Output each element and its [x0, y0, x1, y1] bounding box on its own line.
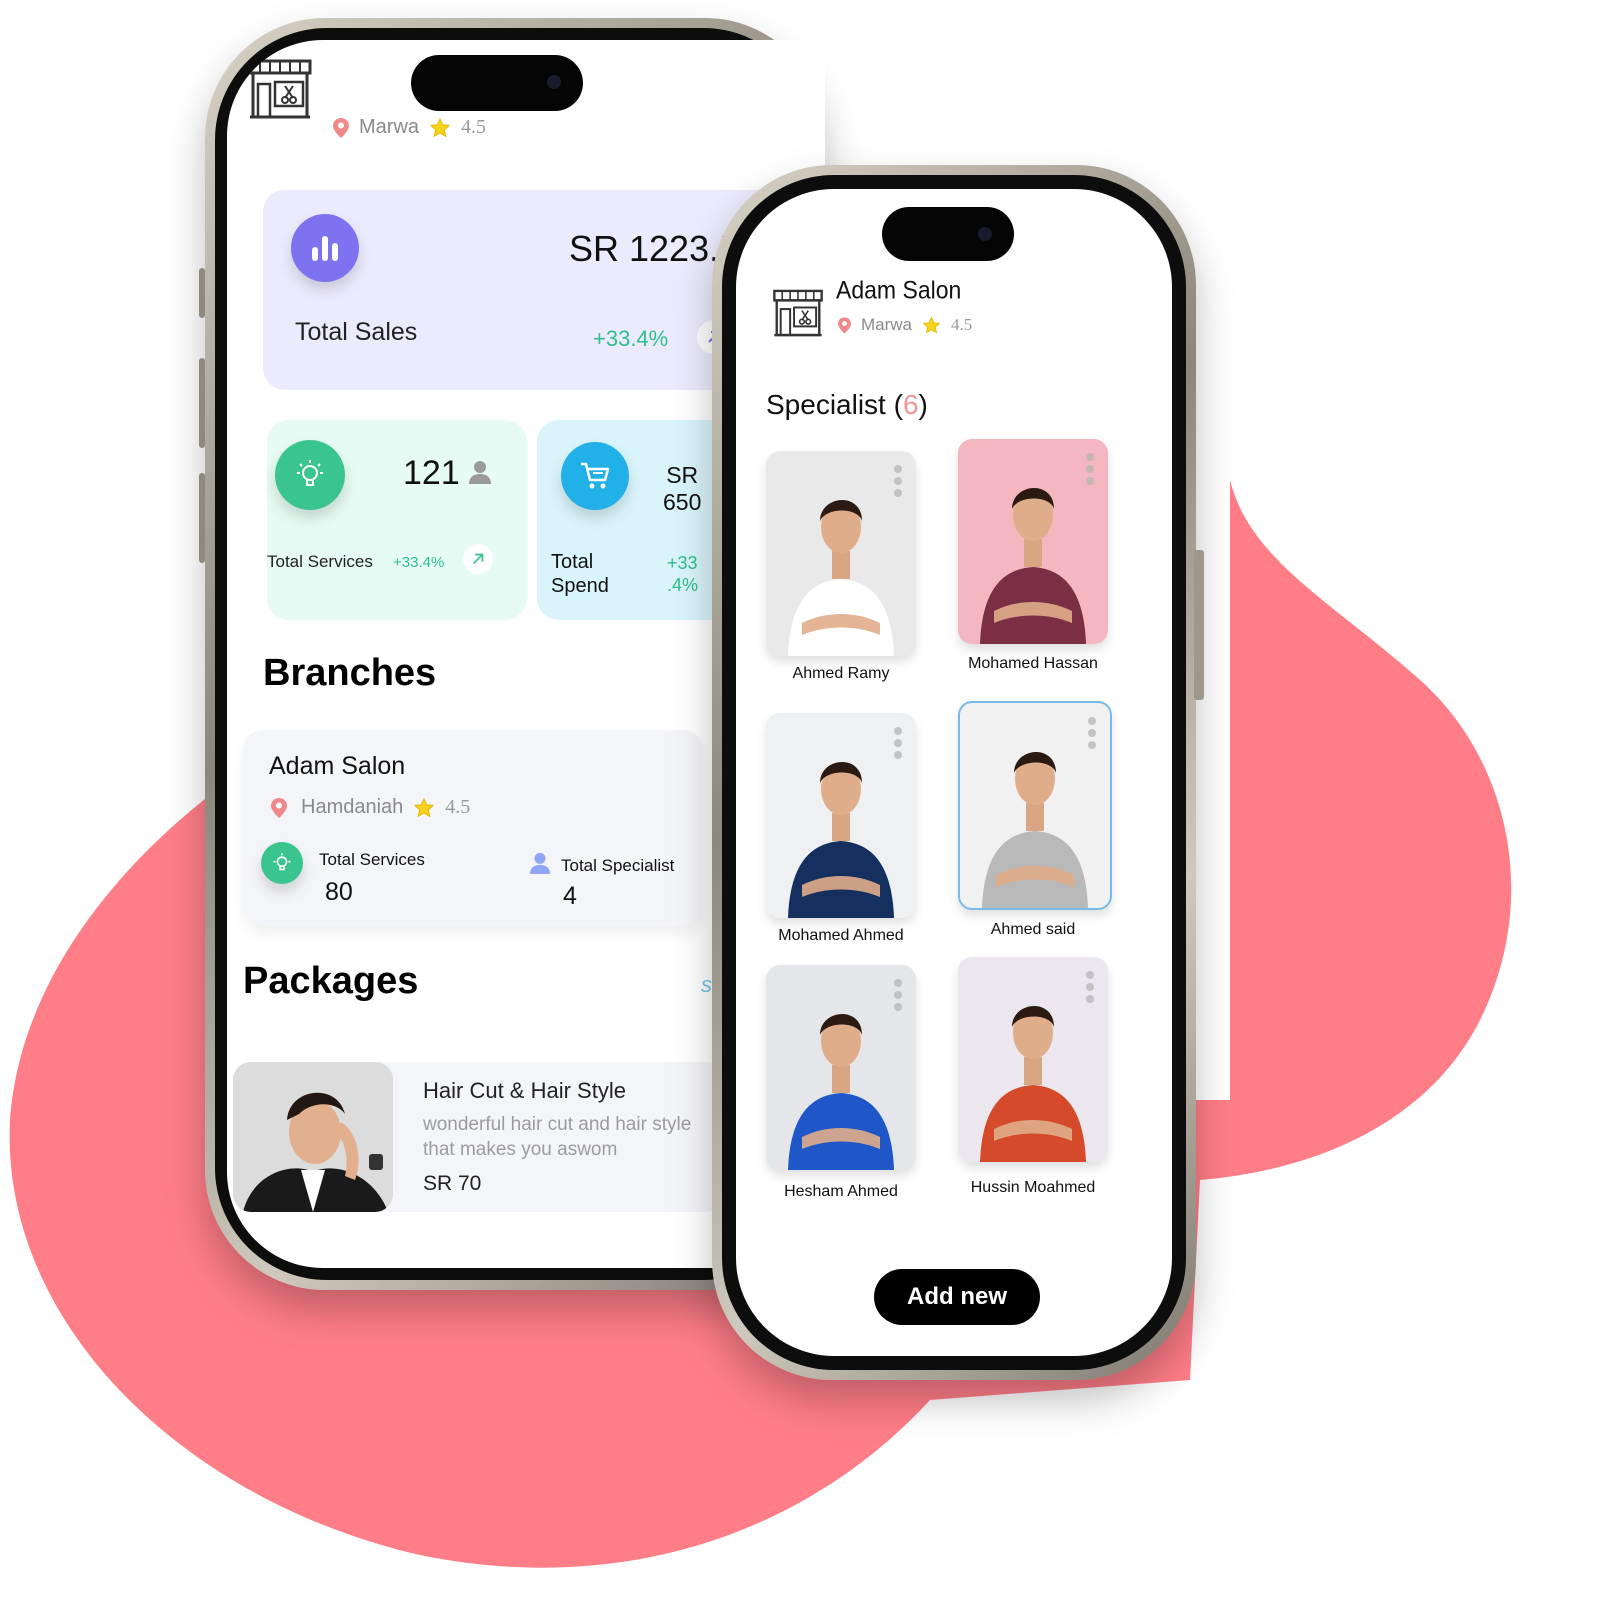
location-pin-icon — [271, 797, 287, 818]
total-services-card[interactable]: 121 Total Services +33.4% — [267, 420, 527, 620]
specialist-name: Mohamed Ahmed — [778, 927, 904, 944]
specialist-title-text: Specialist — [766, 389, 886, 420]
phone-action-button — [199, 268, 205, 318]
total-spend-label: Total Spend — [551, 550, 609, 598]
total-sales-change: +33.4% — [593, 326, 669, 351]
dynamic-island — [882, 207, 1014, 261]
rating-text: 4.5 — [461, 116, 487, 138]
header-location: Marwa 4.5 — [333, 116, 486, 139]
location-text: Marwa — [861, 315, 913, 334]
bar-chart-icon — [291, 214, 359, 282]
specialist-count: (6) — [893, 389, 928, 420]
package-price: SR 70 — [423, 1172, 482, 1195]
location-pin-icon — [333, 117, 349, 138]
barber-shop-icon — [773, 289, 823, 337]
branch-location-text: Hamdaniah — [301, 796, 404, 818]
branch-rating: 4.5 — [445, 796, 471, 818]
lightbulb-icon — [275, 440, 345, 510]
more-options-icon[interactable] — [894, 979, 902, 1011]
package-description: wonderful hair cut and hair style that m… — [423, 1114, 692, 1160]
specialist-card[interactable] — [958, 957, 1108, 1162]
arrow-up-right-icon[interactable] — [463, 544, 493, 574]
branch-services-label: Total Services — [319, 850, 425, 869]
package-card[interactable]: Hair Cut & Hair Style wonderful hair cut… — [233, 1062, 723, 1212]
branch-card[interactable]: Adam Salon Hamdaniah 4.5 Total Services … — [243, 730, 703, 926]
total-services-change: +33.4% — [393, 554, 445, 571]
packages-title: Packages — [243, 960, 419, 1002]
specialist-card[interactable] — [958, 439, 1108, 644]
rating-star-icon — [414, 797, 435, 817]
rating-star-icon — [922, 316, 941, 333]
specialists-screen: Adam Salon Marwa 4.5 Specialist (6) Ahme… — [736, 189, 1172, 1356]
total-services-label: Total Services — [267, 552, 373, 571]
specialist-card[interactable] — [766, 965, 916, 1170]
branch-name: Adam Salon — [269, 752, 406, 780]
more-options-icon[interactable] — [1086, 971, 1094, 1003]
branch-specialist-value: 4 — [563, 882, 577, 910]
cart-icon — [561, 442, 629, 510]
total-spend-value-line1: SR — [666, 462, 699, 488]
salon-title: Adam Salon — [836, 275, 962, 305]
branches-title: Branches — [263, 652, 437, 694]
rating-star-icon — [429, 117, 451, 137]
add-new-button[interactable]: Add new — [874, 1269, 1040, 1325]
specialist-card[interactable] — [766, 713, 916, 918]
specialist-name: Hesham Ahmed — [784, 1183, 898, 1200]
specialist-name: Hussin Moahmed — [970, 1179, 1096, 1196]
branch-services-value: 80 — [325, 878, 353, 906]
total-spend-value: SR 650 — [663, 462, 701, 516]
total-sales-label: Total Sales — [295, 318, 418, 346]
lightbulb-icon — [261, 842, 303, 884]
location-text: Marwa — [359, 116, 420, 138]
specialist-name: Ahmed said — [990, 921, 1076, 938]
dynamic-island — [411, 55, 583, 111]
phone-power-button — [1194, 550, 1204, 700]
package-image — [233, 1062, 393, 1212]
specialist-name: Ahmed Ramy — [792, 665, 890, 682]
branch-specialist-label: Total Specialist — [561, 856, 675, 875]
phone-volume-up — [199, 358, 205, 448]
total-services-value: 121 — [403, 454, 460, 492]
rating-text: 4.5 — [951, 315, 973, 334]
more-options-icon[interactable] — [894, 465, 902, 497]
specialist-card[interactable] — [766, 451, 916, 656]
user-icon — [469, 461, 491, 484]
location-pin-icon — [838, 316, 851, 334]
phone-specialists: Adam Salon Marwa 4.5 Specialist (6) Ahme… — [712, 165, 1204, 1380]
total-spend-value-line2: 650 — [663, 489, 702, 515]
phone-volume-down — [199, 473, 205, 563]
total-sales-card[interactable]: SR 1223.5 Total Sales +33.4% — [263, 190, 783, 390]
total-spend-change: +33 .4% — [667, 552, 698, 596]
specialist-name: Mohamed Hassan — [968, 655, 1098, 672]
specialist-card[interactable] — [958, 701, 1112, 910]
user-icon — [529, 852, 551, 874]
specialist-count-number: 6 — [902, 389, 919, 420]
barber-shop-icon — [248, 59, 312, 119]
total-spend-label-line1: Total — [551, 551, 594, 573]
package-title: Hair Cut & Hair Style — [423, 1078, 626, 1103]
total-spend-change-line2: .4% — [667, 575, 699, 595]
more-options-icon[interactable] — [1086, 453, 1094, 485]
branch-location: Hamdaniah 4.5 — [271, 796, 470, 819]
header-location: Marwa 4.5 — [838, 315, 972, 335]
specialist-title: Specialist (6) — [766, 389, 928, 421]
more-options-icon[interactable] — [894, 727, 902, 759]
total-spend-change-line1: +33 — [667, 553, 698, 573]
total-spend-label-line2: Spend — [551, 575, 609, 597]
more-options-icon[interactable] — [1088, 717, 1096, 749]
